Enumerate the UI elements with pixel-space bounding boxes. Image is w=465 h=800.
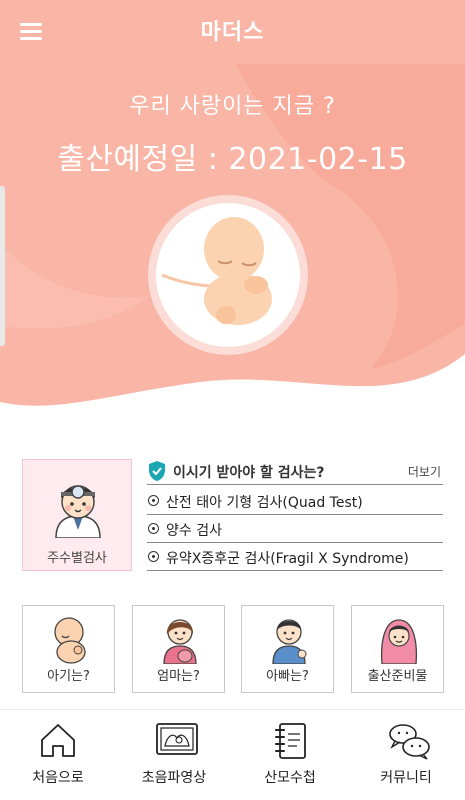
father-icon	[272, 619, 307, 664]
baby-card-label: 아기는?	[47, 669, 90, 684]
app-title: 마더스	[200, 20, 265, 45]
bullet-icon	[148, 495, 159, 506]
baby-icon	[54, 617, 86, 664]
shield-check-icon	[149, 461, 165, 481]
home-icon	[41, 724, 75, 757]
mother-card-label: 엄마는?	[157, 669, 200, 684]
checkup-title: 이시기 받아야 할 검사는?	[173, 465, 325, 481]
pregnancy-hero: 우리 사랑이는 지금 ? 출산예정일 : 2021-02-15	[0, 64, 465, 434]
weekly-checkup-card[interactable]: 주수별검사	[22, 459, 132, 571]
more-link[interactable]: 더보기	[408, 463, 441, 480]
checkup-item-text: 유약X증후군 검사(Fragil X Syndrome)	[166, 551, 409, 567]
father-card-label: 아빠는?	[266, 669, 309, 684]
baby-card[interactable]: 아기는?	[22, 605, 115, 693]
side-drawer-handle[interactable]	[0, 186, 5, 346]
chat-bubbles-icon	[389, 724, 430, 760]
due-date: 출산예정일 : 2021-02-15	[57, 142, 408, 177]
mother-card[interactable]: 엄마는?	[132, 605, 225, 693]
fetus-circle[interactable]	[148, 195, 308, 355]
checkup-item[interactable]: 유약X증후군 검사(Fragil X Syndrome)	[147, 543, 443, 571]
notebook-icon	[275, 723, 306, 759]
checkup-item[interactable]: 양수 검사	[147, 515, 443, 543]
nav-community[interactable]: 커뮤니티	[348, 710, 464, 800]
category-cards: 아기는? 엄마는? 아빠는? 출산준비물	[22, 605, 444, 693]
father-card[interactable]: 아빠는?	[241, 605, 334, 693]
top-app-bar: 마더스	[0, 0, 465, 64]
birth-supplies-card[interactable]: 출산준비물	[351, 605, 444, 693]
checkup-item-text: 양수 검사	[166, 523, 222, 539]
mother-icon	[163, 619, 197, 664]
nav-ultrasound-label: 초음파영상	[141, 770, 207, 786]
nav-notebook-label: 산모수첩	[264, 770, 316, 786]
bottom-navigation: 처음으로 초음파영상 산모수첩 커뮤니티	[0, 709, 465, 800]
doctor-icon	[55, 485, 101, 538]
nav-ultrasound[interactable]: 초음파영상	[116, 710, 232, 800]
nav-home-label: 처음으로	[32, 770, 84, 786]
weekly-checkup-label: 주수별검사	[47, 551, 107, 566]
checkup-item-text: 산전 태아 기형 검사(Quad Test)	[166, 495, 363, 511]
hero-question: 우리 사랑이는 지금 ?	[129, 94, 336, 119]
nav-home[interactable]: 처음으로	[0, 710, 116, 800]
nav-notebook[interactable]: 산모수첩	[232, 710, 348, 800]
checkup-item[interactable]: 산전 태아 기형 검사(Quad Test)	[147, 487, 443, 515]
fetus-illustration	[161, 217, 272, 325]
checkup-section: 주수별검사 이시기 받아야 할 검사는? 더보기 산전 태아 기형 검사(Qua…	[22, 459, 444, 571]
newborn-swaddle-icon	[380, 619, 418, 664]
ultrasound-icon	[156, 723, 198, 755]
checkup-header: 이시기 받아야 할 검사는? 더보기	[147, 459, 443, 485]
birth-supplies-card-label: 출산준비물	[367, 669, 428, 684]
bullet-icon	[148, 523, 159, 534]
bullet-icon	[148, 551, 159, 562]
nav-community-label: 커뮤니티	[380, 770, 432, 786]
